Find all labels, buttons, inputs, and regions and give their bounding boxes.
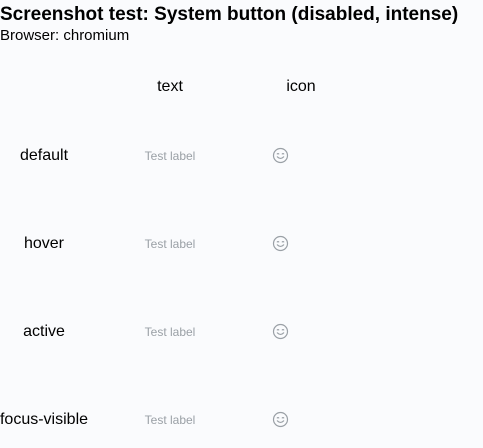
smiley-face-icon: [272, 147, 289, 164]
state-row-hover: hover Test label: [0, 234, 483, 254]
browser-label: Browser: chromium: [0, 27, 130, 44]
page-title: Screenshot test: System button (disabled…: [0, 4, 459, 25]
screenshot-test-page: Screenshot test: System button (disabled…: [0, 0, 483, 448]
smiley-icon-button[interactable]: [272, 235, 289, 252]
state-label: active: [23, 323, 65, 340]
smiley-face-icon: [272, 235, 289, 252]
smiley-face-icon: [272, 323, 289, 340]
state-row-default: default Test label: [0, 146, 483, 166]
test-label-button[interactable]: Test label: [145, 412, 196, 428]
smiley-icon-button[interactable]: [272, 147, 289, 164]
state-label: focus-visible: [0, 411, 89, 428]
state-row-active: active Test label: [0, 322, 483, 342]
test-label-button[interactable]: Test label: [145, 236, 196, 252]
smiley-icon-button[interactable]: [272, 323, 289, 340]
smiley-face-icon: [272, 411, 289, 428]
state-label: default: [19, 147, 69, 164]
test-label-button[interactable]: Test label: [145, 148, 196, 164]
column-header-text: text: [157, 78, 183, 95]
state-label: hover: [23, 235, 65, 252]
test-label-button[interactable]: Test label: [145, 324, 196, 340]
state-row-focus-visible: focus-visible Test label: [0, 410, 483, 430]
column-header-icon: icon: [286, 78, 316, 95]
smiley-icon-button[interactable]: [272, 411, 289, 428]
